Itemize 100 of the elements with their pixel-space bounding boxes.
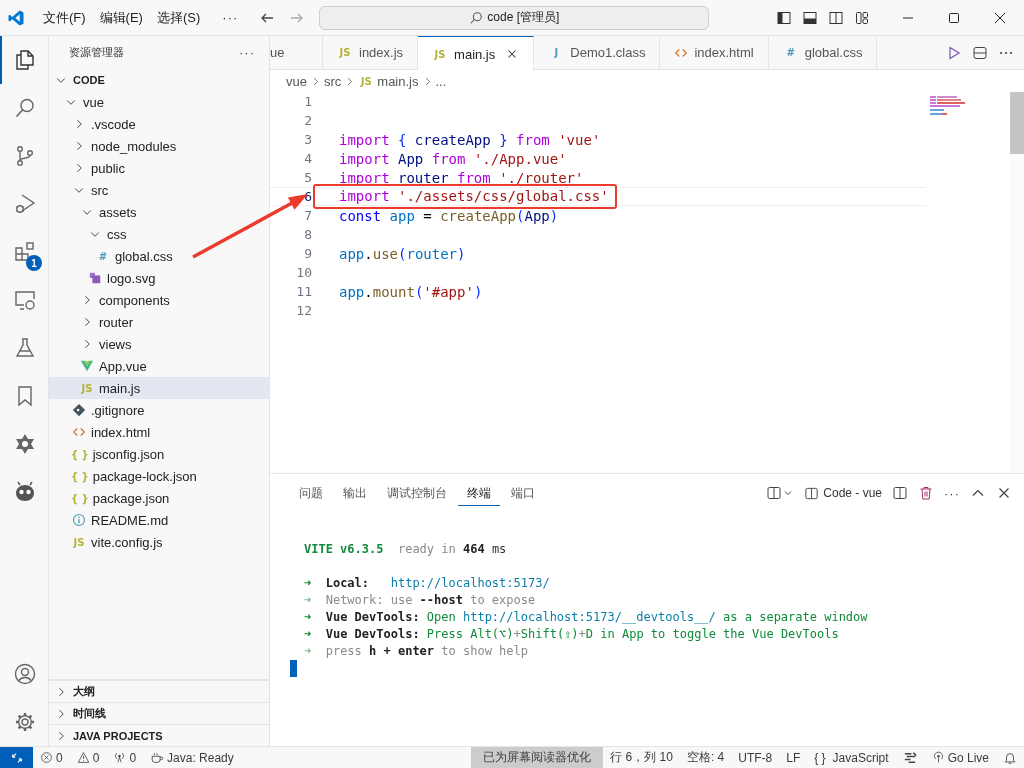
status-item[interactable]: 0 bbox=[69, 747, 107, 768]
line-number: 10 bbox=[295, 265, 312, 280]
tree-item[interactable]: logo.svg bbox=[49, 267, 269, 289]
terminal-cursor bbox=[290, 660, 297, 677]
tree-item[interactable]: css bbox=[49, 223, 269, 245]
formatter-icon[interactable] bbox=[902, 750, 918, 765]
settings-icon[interactable] bbox=[13, 710, 37, 734]
file-type-icon: JS bbox=[432, 48, 449, 60]
sidebar-toggle-icon[interactable] bbox=[776, 9, 792, 26]
line-number: 5 bbox=[303, 170, 312, 185]
file-type-icon: JS bbox=[71, 536, 87, 548]
tree-item[interactable]: JS main.js bbox=[49, 377, 269, 399]
breadcrumb-item[interactable]: ... bbox=[435, 73, 447, 89]
line-number: 2 bbox=[303, 113, 312, 128]
monitor-icon bbox=[13, 288, 37, 312]
image-file-icon bbox=[88, 271, 102, 285]
line-number: 11 bbox=[295, 284, 312, 299]
menu-item[interactable]: 选择(S) bbox=[149, 8, 208, 27]
section-header[interactable]: 大纲 bbox=[49, 680, 269, 702]
command-center-search[interactable]: code [管理员] bbox=[319, 5, 710, 30]
terminal-selector[interactable]: Code - vue bbox=[804, 485, 882, 501]
menu-item[interactable]: 文件(F) bbox=[36, 8, 93, 27]
status-item[interactable]: 空格: 4 bbox=[679, 747, 732, 768]
run-icon[interactable] bbox=[946, 44, 962, 61]
status-item[interactable]: 0 bbox=[106, 747, 144, 768]
bell-icon[interactable] bbox=[1003, 750, 1017, 765]
breadcrumb-item[interactable]: vue bbox=[286, 73, 307, 89]
activity-bar-item[interactable]: 1 bbox=[0, 228, 48, 276]
line-number: 8 bbox=[303, 227, 312, 242]
panel-tab[interactable]: 终端 bbox=[458, 480, 500, 506]
panel-tab[interactable]: 端口 bbox=[502, 480, 544, 506]
tree-item[interactable]: README.md bbox=[49, 509, 269, 531]
editor-tab[interactable]: J Demo1.class bbox=[534, 36, 661, 69]
tree-item[interactable]: vue bbox=[49, 91, 269, 113]
robot-icon bbox=[13, 480, 37, 504]
files-icon bbox=[13, 48, 37, 72]
terminal-line: ➜ Vue DevTools: Press Alt(⌥)+Shift(⇧)+D in App to toggle the Vue DevTools bbox=[304, 627, 839, 641]
search-icon bbox=[13, 96, 37, 120]
editor-tab[interactable]: JS main.js bbox=[418, 36, 535, 71]
tree-item[interactable]: { } package.json bbox=[49, 487, 269, 509]
split-editor-icon[interactable] bbox=[972, 44, 988, 61]
terminal-line: ➜ Network: use --host to expose bbox=[304, 593, 536, 607]
status-item[interactable]: 行 6，列 10 bbox=[603, 747, 680, 768]
tree-item[interactable]: App.vue bbox=[49, 355, 269, 377]
panel-tab[interactable]: 调试控制台 bbox=[378, 480, 456, 506]
status-item[interactable]: LF bbox=[779, 747, 808, 768]
tree-item[interactable]: router bbox=[49, 311, 269, 333]
line-number: 6 bbox=[303, 189, 312, 204]
more-menu-button[interactable]: ··· bbox=[215, 10, 246, 25]
run-debug-icon bbox=[13, 192, 37, 216]
tree-item[interactable]: src bbox=[49, 179, 269, 201]
tree-item[interactable]: JS vite.config.js bbox=[49, 531, 269, 553]
split-layout-icon[interactable] bbox=[828, 9, 844, 26]
layout-icon[interactable] bbox=[854, 9, 870, 26]
editor-tab[interactable]: # global.css bbox=[768, 36, 878, 69]
tree-item[interactable]: index.html bbox=[49, 421, 269, 443]
tree-item[interactable]: { } jsconfig.json bbox=[49, 443, 269, 465]
section-header[interactable]: 时间线 bbox=[49, 702, 269, 724]
scrollbar-thumb[interactable] bbox=[1010, 92, 1024, 154]
line-number: 7 bbox=[303, 208, 312, 223]
editor-tab[interactable]: ue bbox=[270, 36, 323, 69]
status-item[interactable]: Java: Ready bbox=[143, 747, 241, 768]
account-icon[interactable] bbox=[13, 662, 37, 686]
status-item[interactable]: { } JavaScript bbox=[807, 747, 896, 768]
breadcrumb-item[interactable]: src bbox=[323, 73, 342, 89]
status-item[interactable]: Go Live bbox=[924, 747, 996, 768]
tree-item[interactable]: components bbox=[49, 289, 269, 311]
remote-button[interactable] bbox=[0, 747, 33, 768]
file-type-icon: # bbox=[95, 250, 111, 262]
tree-item[interactable]: public bbox=[49, 157, 269, 179]
status-item[interactable]: 已为屏幕阅读器优化 bbox=[471, 747, 604, 768]
breadcrumb-item[interactable]: JS main.js bbox=[358, 73, 419, 89]
sidebar-title: 资源管理器 bbox=[69, 45, 124, 60]
folder-section-header[interactable]: CODE bbox=[49, 69, 269, 91]
panel-tab[interactable]: 问题 bbox=[290, 480, 332, 506]
code-line: app.use(router) bbox=[339, 245, 466, 262]
terminal-line: ➜ Vue DevTools: Open http://localhost:5173/__devtools__/ as a separate window bbox=[304, 610, 868, 624]
more-actions-button[interactable]: ··· bbox=[944, 485, 960, 501]
trash-icon[interactable] bbox=[918, 485, 934, 501]
tree-item[interactable]: node_modules bbox=[49, 135, 269, 157]
warning-icon bbox=[76, 751, 90, 764]
diamond-file-icon bbox=[72, 403, 86, 417]
status-item[interactable]: UTF-8 bbox=[731, 747, 780, 768]
line-number: 9 bbox=[303, 246, 312, 261]
panel-tab[interactable]: 输出 bbox=[334, 480, 376, 506]
tree-item[interactable]: { } package-lock.json bbox=[49, 465, 269, 487]
tree-item[interactable]: views bbox=[49, 333, 269, 355]
editor-tab[interactable]: index.html bbox=[660, 36, 769, 69]
tree-item[interactable]: assets bbox=[49, 201, 269, 223]
tree-item[interactable]: .vscode bbox=[49, 113, 269, 135]
tree-item[interactable]: # global.css bbox=[49, 245, 269, 267]
file-type-icon: { } bbox=[71, 470, 89, 482]
status-item[interactable]: 0 bbox=[33, 747, 70, 768]
menu-item[interactable]: 编辑(E) bbox=[92, 8, 150, 27]
tree-item[interactable]: .gitignore bbox=[49, 399, 269, 421]
line-number: 12 bbox=[295, 303, 312, 318]
split-terminal-icon[interactable] bbox=[892, 485, 908, 501]
code-line: const app = createApp(App) bbox=[339, 207, 559, 224]
panel-toggle-icon[interactable] bbox=[802, 9, 818, 26]
more-actions-button[interactable]: ··· bbox=[239, 45, 255, 60]
